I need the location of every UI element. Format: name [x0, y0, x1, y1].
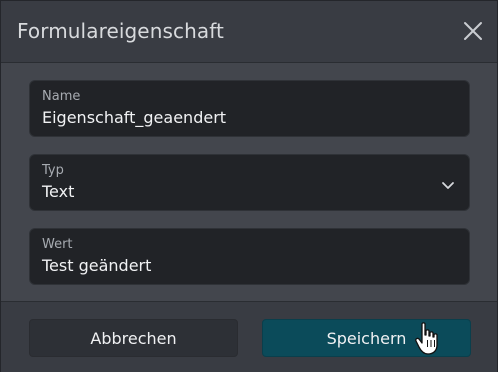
value-field[interactable]: Wert Test geändert: [29, 228, 470, 285]
dialog-body: Name Eigenschaft_geaendert Typ Text Wert…: [1, 63, 497, 301]
form-property-dialog: Formulareigenschaft Name Eigenschaft_gea…: [0, 0, 498, 372]
chevron-down-icon[interactable]: [441, 177, 455, 189]
type-select-value[interactable]: Text: [42, 182, 74, 201]
dialog-title: Formulareigenschaft: [17, 19, 224, 43]
type-select[interactable]: Typ Text: [29, 154, 470, 211]
value-field-label: Wert: [42, 237, 73, 252]
name-field-value[interactable]: Eigenschaft_geaendert: [42, 108, 226, 127]
save-button[interactable]: Speichern: [262, 319, 471, 357]
dialog-footer: Abbrechen Speichern: [1, 301, 497, 372]
dialog-header: Formulareigenschaft: [1, 1, 497, 63]
type-select-label: Typ: [42, 163, 64, 178]
name-field-label: Name: [42, 89, 81, 104]
close-icon[interactable]: [461, 19, 485, 43]
cancel-button[interactable]: Abbrechen: [29, 319, 238, 357]
value-field-value[interactable]: Test geändert: [42, 256, 151, 275]
name-field[interactable]: Name Eigenschaft_geaendert: [29, 80, 470, 137]
